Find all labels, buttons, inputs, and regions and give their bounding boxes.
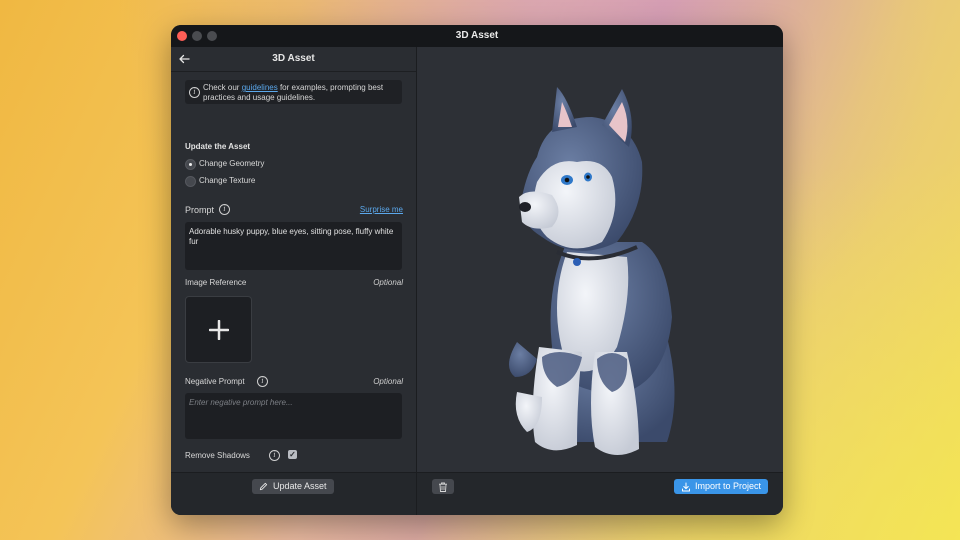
remove-shadows-checkbox[interactable]: ✓ bbox=[288, 450, 297, 459]
surprise-me-link[interactable]: Surprise me bbox=[360, 205, 403, 214]
asset-settings-panel: 3D Asset i Check our guidelines for exam… bbox=[171, 47, 417, 515]
radio-button-selected[interactable] bbox=[185, 159, 196, 170]
trash-icon bbox=[439, 482, 447, 492]
update-asset-label: Update Asset bbox=[273, 481, 327, 491]
update-asset-heading: Update the Asset bbox=[185, 142, 251, 151]
prompt-input[interactable]: Adorable husky puppy, blue eyes, sitting… bbox=[185, 222, 402, 270]
pencil-icon bbox=[259, 482, 268, 491]
import-to-project-label: Import to Project bbox=[695, 481, 762, 491]
panel-header: 3D Asset bbox=[171, 47, 416, 72]
title-bar: 3D Asset bbox=[171, 25, 783, 47]
delete-button[interactable] bbox=[432, 479, 454, 494]
guidelines-link[interactable]: guidelines bbox=[242, 83, 278, 92]
husky-nose bbox=[519, 202, 531, 212]
husky-collar-tag bbox=[573, 258, 581, 266]
app-window: 3D Asset 3D Asset i Check our guidelines… bbox=[171, 25, 783, 515]
husky-3d-model-preview[interactable] bbox=[417, 47, 783, 472]
negative-prompt-input[interactable]: Enter negative prompt here... bbox=[185, 393, 402, 439]
image-reference-upload[interactable] bbox=[185, 296, 252, 363]
radio-label: Change Geometry bbox=[199, 159, 265, 168]
guidelines-notice: i Check our guidelines for examples, pro… bbox=[185, 80, 402, 104]
image-reference-optional: Optional bbox=[373, 278, 403, 287]
window-title: 3D Asset bbox=[455, 30, 499, 41]
preview-footer: Import to Project bbox=[417, 472, 783, 515]
guidelines-text: Check our guidelines for examples, promp… bbox=[203, 83, 384, 102]
radio-button[interactable] bbox=[185, 176, 196, 187]
negative-prompt-optional: Optional bbox=[373, 377, 403, 386]
remove-shadows-info-icon[interactable]: i bbox=[269, 450, 280, 461]
remove-shadows-label: Remove Shadows bbox=[185, 451, 250, 460]
image-reference-label: Image Reference bbox=[185, 278, 247, 287]
update-asset-button[interactable]: Update Asset bbox=[252, 479, 334, 494]
plus-icon bbox=[209, 320, 229, 340]
prompt-info-icon[interactable]: i bbox=[219, 204, 230, 215]
download-icon bbox=[682, 482, 690, 492]
radio-label: Change Texture bbox=[199, 176, 256, 185]
preview-panel: Import to Project bbox=[417, 47, 783, 515]
prompt-label: Prompt bbox=[185, 205, 215, 215]
negative-prompt-info-icon[interactable]: i bbox=[257, 376, 268, 387]
import-to-project-button[interactable]: Import to Project bbox=[674, 479, 768, 494]
negative-prompt-label: Negative Prompt bbox=[185, 377, 245, 386]
panel-title: 3D Asset bbox=[272, 53, 315, 64]
panel-footer: Update Asset bbox=[171, 472, 416, 515]
info-icon: i bbox=[189, 87, 200, 98]
husky-tail bbox=[508, 342, 537, 377]
